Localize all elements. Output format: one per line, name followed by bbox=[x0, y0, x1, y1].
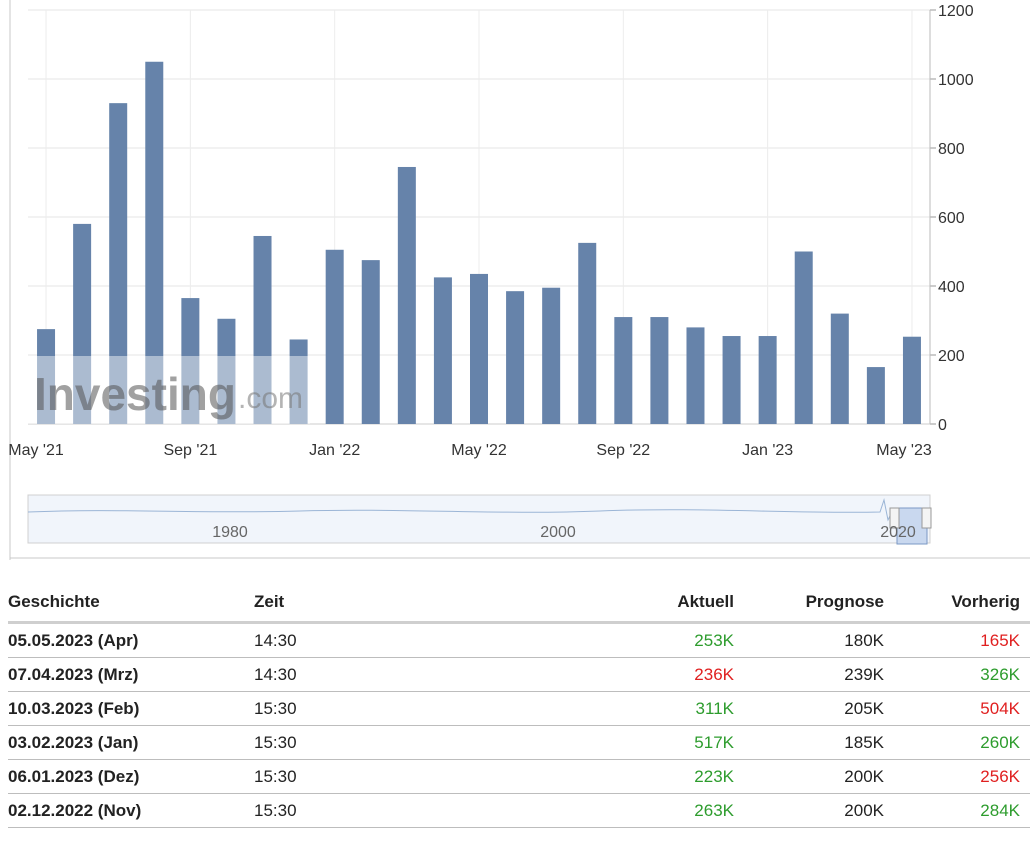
row-actual: 263K bbox=[554, 793, 734, 828]
row-date: 02.12.2022 (Nov) bbox=[8, 793, 254, 828]
row-previous: 260K bbox=[884, 725, 1030, 760]
bar-Jun '22 bbox=[506, 291, 525, 424]
y-tick-label: 0 bbox=[938, 417, 947, 434]
row-time: 15:30 bbox=[254, 759, 554, 794]
history-table: Geschichte Zeit Aktuell Prognose Vorheri… bbox=[8, 583, 1030, 828]
row-previous: 504K bbox=[884, 691, 1030, 726]
bar-Sep '22 bbox=[614, 317, 633, 424]
bar-Feb '22 bbox=[361, 260, 380, 424]
row-date: 07.04.2023 (Mrz) bbox=[8, 657, 254, 692]
bar-Dec '22 bbox=[722, 336, 741, 424]
navigator-area bbox=[27, 494, 931, 544]
table-row: 05.05.2023 (Apr) 14:30 253K 180K 165K bbox=[8, 622, 1030, 658]
bar-Jul '22 bbox=[542, 287, 561, 424]
header-previous[interactable]: Vorherig bbox=[884, 583, 1030, 624]
bar-Jan '22 bbox=[325, 249, 344, 424]
navigator-handle-right[interactable] bbox=[921, 507, 932, 529]
watermark-logo: Investing bbox=[34, 368, 236, 420]
x-tick-label: May '22 bbox=[451, 442, 507, 459]
bar-Aug '22 bbox=[578, 242, 597, 424]
header-date[interactable]: Geschichte bbox=[8, 583, 254, 624]
y-tick-label: 1000 bbox=[938, 72, 974, 89]
bar-Apr '22 bbox=[433, 277, 452, 424]
chart-container: 0 200 400 600 800 1000 1200 Investing .com May '2… bbox=[0, 0, 1030, 560]
x-tick-label: Sep '22 bbox=[596, 442, 650, 459]
y-tick-label: 200 bbox=[938, 348, 965, 365]
row-forecast: 205K bbox=[734, 691, 884, 726]
row-forecast: 180K bbox=[734, 622, 884, 658]
row-previous: 326K bbox=[884, 657, 1030, 692]
table-header-row: Geschichte Zeit Aktuell Prognose Vorheri… bbox=[8, 583, 1030, 624]
table-row: 10.03.2023 (Feb) 15:30 311K 205K 504K bbox=[8, 691, 1030, 726]
row-previous: 256K bbox=[884, 759, 1030, 794]
navigator-label: 2000 bbox=[540, 524, 576, 541]
y-tick-label: 400 bbox=[938, 279, 965, 296]
row-actual: 517K bbox=[554, 725, 734, 760]
row-time: 15:30 bbox=[254, 725, 554, 760]
navigator-label: 2020 bbox=[880, 524, 916, 541]
row-forecast: 239K bbox=[734, 657, 884, 692]
x-tick-label: May '21 bbox=[8, 442, 64, 459]
x-tick-label: Sep '21 bbox=[163, 442, 217, 459]
bar-Mar '22 bbox=[397, 166, 416, 424]
watermark-suffix: .com bbox=[238, 382, 303, 415]
row-date: 05.05.2023 (Apr) bbox=[8, 622, 254, 658]
row-time: 15:30 bbox=[254, 793, 554, 828]
bar-May '22 bbox=[470, 273, 488, 424]
row-time: 14:30 bbox=[254, 657, 554, 692]
bar-May '23 bbox=[902, 336, 921, 424]
row-time: 15:30 bbox=[254, 691, 554, 726]
row-date: 03.02.2023 (Jan) bbox=[8, 725, 254, 760]
bar-Jan '23 bbox=[758, 336, 777, 424]
header-actual[interactable]: Aktuell bbox=[554, 583, 734, 624]
x-tick-label: May '23 bbox=[876, 442, 932, 459]
row-date: 10.03.2023 (Feb) bbox=[8, 691, 254, 726]
row-forecast: 200K bbox=[734, 759, 884, 794]
navigator-label: 1980 bbox=[212, 524, 248, 541]
x-tick-label: Jan '23 bbox=[742, 442, 793, 459]
row-previous: 284K bbox=[884, 793, 1030, 828]
table-row: 07.04.2023 (Mrz) 14:30 236K 239K 326K bbox=[8, 657, 1030, 692]
bar-Feb '23 bbox=[794, 251, 813, 424]
row-actual: 253K bbox=[554, 622, 734, 658]
table-row: 02.12.2022 (Nov) 15:30 263K 200K 284K bbox=[8, 793, 1030, 828]
bar-Mar '23 bbox=[830, 313, 849, 424]
row-actual: 236K bbox=[554, 657, 734, 692]
row-forecast: 185K bbox=[734, 725, 884, 760]
row-actual: 223K bbox=[554, 759, 734, 794]
row-date: 06.01.2023 (Dez) bbox=[8, 759, 254, 794]
header-time[interactable]: Zeit bbox=[254, 583, 554, 624]
row-forecast: 200K bbox=[734, 793, 884, 828]
bar-Oct '22 bbox=[650, 317, 669, 424]
table-row: 06.01.2023 (Dez) 15:30 223K 200K 256K bbox=[8, 759, 1030, 794]
y-tick-label: 800 bbox=[938, 141, 965, 158]
y-tick-label: 1200 bbox=[938, 3, 974, 20]
bar-Apr '23 bbox=[866, 367, 885, 424]
x-tick-label: Jan '22 bbox=[309, 442, 360, 459]
bar-Nov '22 bbox=[686, 327, 705, 424]
navigator bbox=[27, 494, 931, 545]
row-previous: 165K bbox=[884, 622, 1030, 658]
table-row: 03.02.2023 (Jan) 15:30 517K 185K 260K bbox=[8, 725, 1030, 760]
bar-chart: 0 200 400 600 800 1000 1200 Investing .com May '2… bbox=[8, 0, 1030, 560]
row-time: 14:30 bbox=[254, 622, 554, 658]
y-tick-label: 600 bbox=[938, 210, 965, 227]
header-forecast[interactable]: Prognose bbox=[734, 583, 884, 624]
row-actual: 311K bbox=[554, 691, 734, 726]
